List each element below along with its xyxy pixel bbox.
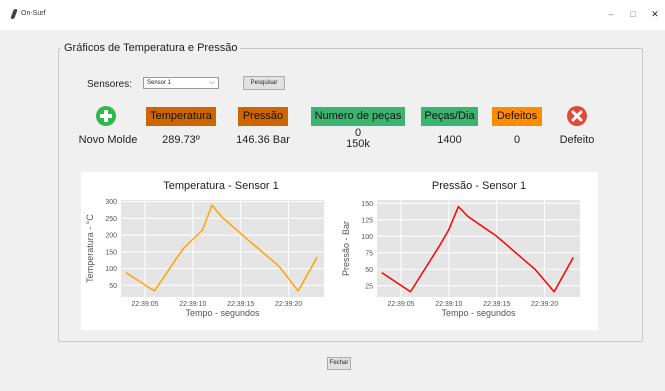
defect-label: Defeito	[559, 134, 595, 146]
sensor-select-value: Sensor 1	[147, 80, 172, 86]
y-tick-label: 25	[365, 283, 373, 290]
y-tick-label: 200	[105, 233, 117, 240]
plot-area	[121, 200, 324, 297]
pressure-badge: Pressão	[238, 107, 288, 126]
parts-count-badge: Numero de peças	[311, 107, 405, 126]
chart-title: Pressão - Sensor 1	[432, 180, 526, 192]
y-tick-label: 50	[109, 283, 117, 290]
x-tick-label: 22:39:10	[179, 301, 206, 308]
y-tick-label: 100	[361, 234, 373, 241]
temperature-value: 289.73º	[162, 134, 200, 146]
sensors-label: Sensores:	[87, 79, 133, 90]
temperature-badge: Temperatura	[146, 107, 216, 126]
y-axis-label: Temperatura - °C	[85, 214, 95, 283]
x-tick-label: 22:39:20	[275, 301, 302, 308]
y-tick-label: 300	[105, 199, 117, 206]
x-axis-label: Tempo - segundos	[441, 308, 516, 318]
defects-badge: Defeitos	[492, 107, 542, 126]
x-axis-label: Tempo - segundos	[185, 308, 260, 318]
x-tick-label: 22:39:15	[227, 301, 254, 308]
charts-svg: Temperatura - Sensor 1 50 100 150 200 250 300 2…	[85, 180, 580, 318]
x-tick-label: 22:39:05	[131, 301, 158, 308]
parts-count-line2: 150k	[346, 138, 370, 150]
y-tick-label: 125	[361, 217, 373, 224]
minimize-button[interactable]: –	[604, 9, 618, 19]
window-title: On-Surf	[21, 10, 46, 17]
y-tick-label: 50	[365, 267, 373, 274]
pressure-value: 146.36 Bar	[236, 134, 290, 146]
maximize-button[interactable]: □	[626, 9, 640, 19]
charts-panel: Temperatura - Sensor 1 50 100 150 200 250 300 2…	[81, 172, 598, 330]
parts-per-day-value: 1400	[437, 134, 462, 146]
y-axis-label: Pressão - Bar	[341, 221, 351, 276]
y-tick-label: 150	[105, 249, 117, 256]
feather-app-icon	[10, 9, 18, 19]
new-mold-label: Novo Molde	[78, 134, 138, 146]
y-tick-label: 150	[361, 201, 373, 208]
plot-area	[377, 200, 580, 297]
y-tick-label: 75	[365, 250, 373, 257]
close-window-button[interactable]: ✕	[648, 9, 662, 19]
y-tick-label: 100	[105, 266, 117, 273]
title-bar: On-Surf – □ ✕	[0, 0, 665, 30]
parts-count-value: 0 150k	[311, 128, 405, 150]
plus-circle-icon[interactable]	[96, 106, 116, 126]
y-tick-label: 250	[105, 216, 117, 223]
search-button[interactable]: Pesquisar	[243, 76, 285, 90]
chart-title: Temperatura - Sensor 1	[163, 180, 279, 192]
group-title: Gráficos de Temperatura e Pressão	[64, 42, 238, 54]
parts-per-day-badge: Peças/Dia	[421, 107, 478, 126]
x-tick-label: 22:39:20	[531, 301, 558, 308]
defects-value: 0	[513, 134, 521, 146]
chevron-down-icon: ⌵	[209, 79, 215, 86]
x-circle-icon[interactable]	[567, 106, 587, 126]
x-tick-label: 22:39:10	[435, 301, 462, 308]
x-tick-label: 22:39:15	[483, 301, 510, 308]
sensor-select[interactable]: Sensor 1 ⌵	[143, 77, 219, 89]
close-button[interactable]: Fechar	[327, 357, 351, 370]
x-tick-label: 22:39:05	[387, 301, 414, 308]
